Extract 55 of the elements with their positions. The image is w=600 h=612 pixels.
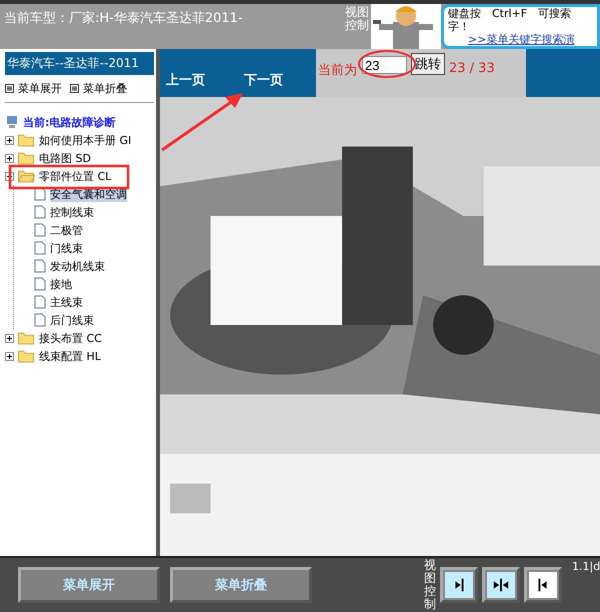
tree-item[interactable]: 二极管 xyxy=(50,222,83,238)
tree-item[interactable]: 后门线束 xyxy=(50,312,94,328)
converge-arrows-icon xyxy=(492,576,510,594)
tree-item[interactable]: 门线束 xyxy=(50,240,83,256)
tree-item[interactable]: 线束配置 HL xyxy=(39,348,101,364)
help-text: 键盘按 Ctrl+F 可搜索 xyxy=(448,7,572,20)
document-icon xyxy=(34,313,46,327)
view-button[interactable] xyxy=(482,567,520,603)
view-control-label: 视图控制 xyxy=(424,558,436,612)
view-button[interactable] xyxy=(524,567,562,603)
menu-action-label: 菜单折叠 xyxy=(83,81,127,96)
current-page-label: 当前为 xyxy=(318,62,357,79)
document-icon xyxy=(34,241,46,255)
tree-item[interactable]: 零部件位置 CL xyxy=(39,168,112,184)
computer-icon xyxy=(5,115,19,129)
previous-page-link[interactable]: 上一页 xyxy=(166,71,238,89)
tree-item[interactable]: 主线束 xyxy=(50,294,83,310)
folder-icon xyxy=(17,169,35,183)
folder-icon xyxy=(17,151,35,165)
tree-item[interactable]: 电路图 SD xyxy=(39,150,91,166)
document-icon xyxy=(34,223,46,237)
sidebar-title: 华泰汽车--圣达菲--2011 xyxy=(5,52,154,75)
next-page-link[interactable]: 下一页 xyxy=(244,71,316,89)
folder-icon xyxy=(17,349,35,363)
help-text: 字！ xyxy=(448,20,471,33)
expand-toggle-icon[interactable] xyxy=(5,352,14,360)
view-button[interactable] xyxy=(440,567,478,603)
status-text: 1.1|d xyxy=(572,560,600,573)
tree-item[interactable]: 接地 xyxy=(50,276,72,292)
expand-toggle-icon[interactable] xyxy=(5,334,14,342)
page-input-field[interactable]: 23 xyxy=(362,56,407,74)
menu-action-link[interactable]: 菜单折叠 xyxy=(70,81,127,96)
list-icon xyxy=(70,84,79,93)
vehicle-model-text: 当前车型：厂家:H-华泰汽车圣达菲2011- xyxy=(3,10,244,28)
folder-icon xyxy=(17,331,35,345)
document-icon xyxy=(34,277,46,291)
list-icon xyxy=(5,84,14,93)
expand-toggle-icon[interactable] xyxy=(5,136,14,144)
tree-item[interactable]: 控制线束 xyxy=(50,204,94,220)
document-icon xyxy=(34,259,46,273)
current-section-label: 当前:电路故障诊断 xyxy=(23,114,116,130)
page-count-text: 23 / 33 xyxy=(449,61,495,76)
jump-button[interactable]: 跳转 xyxy=(411,53,445,75)
tree-item[interactable]: 如何使用本手册 GI xyxy=(39,132,132,148)
search-demo-link[interactable]: >>菜单关键字搜索演 xyxy=(448,33,574,46)
menu-action-label: 菜单展开 xyxy=(18,81,62,96)
document-icon xyxy=(34,295,46,309)
expand-toggle-icon[interactable] xyxy=(5,154,14,162)
menu-action-link[interactable]: 菜单展开 xyxy=(5,81,62,96)
tree-item[interactable]: 接头布置 CC xyxy=(39,330,102,346)
folder-icon xyxy=(17,133,35,147)
tree-item[interactable]: 发动机线束 xyxy=(50,258,105,274)
annotation-circle xyxy=(358,50,416,78)
view-control-label: 视图控制 xyxy=(345,4,370,34)
document-icon xyxy=(34,205,46,219)
